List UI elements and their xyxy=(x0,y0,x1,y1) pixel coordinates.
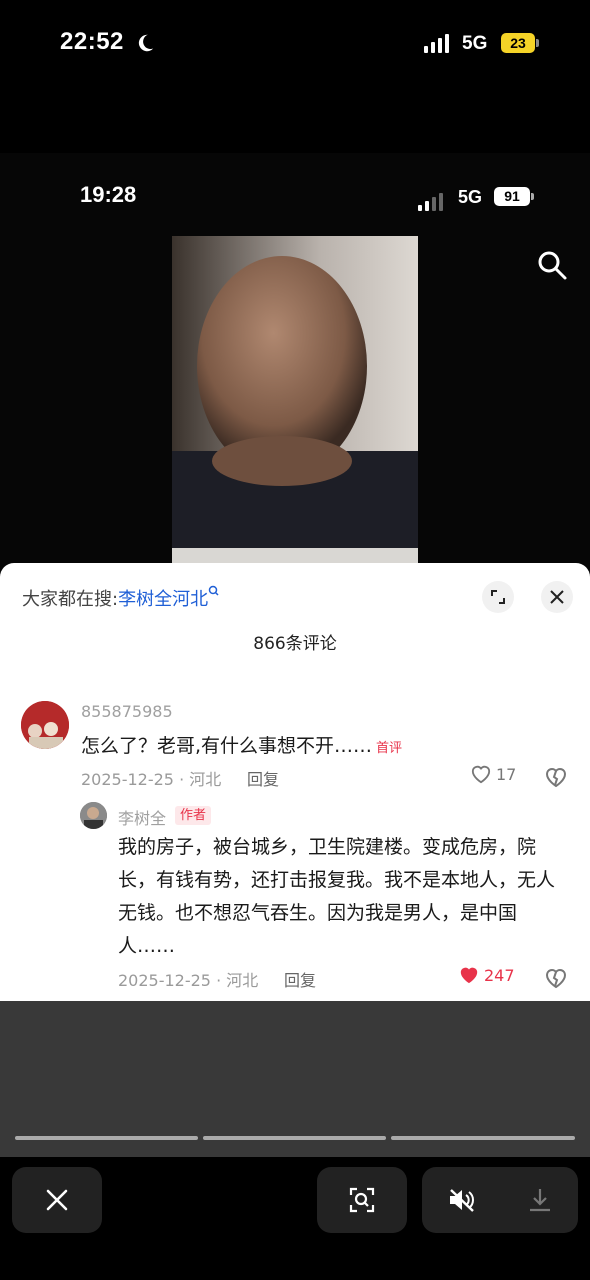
avatar[interactable] xyxy=(21,701,69,749)
network-label: 5G xyxy=(462,33,488,54)
like-count: 17 xyxy=(496,764,517,784)
comment-meta: 2025-12-25 · 河北 xyxy=(118,971,259,990)
expand-button[interactable] xyxy=(482,581,514,613)
hot-search-keyword[interactable]: 李树全河北 xyxy=(118,589,208,610)
comment-text: 怎么了？老哥,有什么事想不开…… 首评 xyxy=(81,731,402,758)
inner-network-label: 5G xyxy=(458,187,483,207)
heart-filled-icon xyxy=(460,967,478,984)
progress-segment xyxy=(203,1136,386,1140)
progress-segment xyxy=(391,1136,575,1140)
hot-search-prefix: 大家都在搜: xyxy=(22,589,119,610)
signal-icon xyxy=(424,34,449,53)
close-icon xyxy=(46,1189,68,1211)
reply-button[interactable]: 回复 xyxy=(247,766,279,790)
video-thumbnail[interactable] xyxy=(172,236,418,566)
reply-button[interactable]: 回复 xyxy=(284,967,316,991)
close-sheet-button[interactable] xyxy=(541,581,573,613)
outer-status-bar: 22:52 5G 23 xyxy=(0,0,590,90)
visual-search-button[interactable] xyxy=(317,1167,407,1233)
comment-username[interactable]: 李树全 xyxy=(118,805,166,829)
like-button[interactable]: 17 xyxy=(470,764,516,784)
outer-time: 22:52 xyxy=(60,28,124,55)
comment-meta: 2025-12-25 · 河北 xyxy=(81,770,222,789)
dislike-icon[interactable] xyxy=(544,765,568,789)
close-icon xyxy=(550,590,564,604)
like-button[interactable]: 247 xyxy=(458,965,515,985)
progress-segment xyxy=(15,1136,198,1140)
search-small-icon xyxy=(208,585,219,596)
inner-time: 19:28 xyxy=(80,182,137,207)
comment-body: 怎么了？老哥,有什么事想不开…… xyxy=(81,735,373,757)
inner-signal-icon xyxy=(418,193,443,211)
author-badge: 作者 xyxy=(175,806,212,825)
dimmed-overlay xyxy=(0,1001,590,1157)
video-image xyxy=(172,236,418,566)
moon-icon xyxy=(138,34,154,52)
download-icon[interactable] xyxy=(527,1187,553,1213)
battery-icon: 23 xyxy=(501,33,539,53)
scan-icon xyxy=(349,1187,375,1213)
like-count: 247 xyxy=(484,965,515,985)
mute-icon[interactable] xyxy=(447,1187,477,1213)
comment-username[interactable]: 855875985 xyxy=(81,702,173,721)
hot-search-bar: 大家都在搜:李树全河北 xyxy=(22,585,220,611)
comments-sheet: 大家都在搜:李树全河北 866条评论 855875985 怎么了？老哥,有什么事… xyxy=(0,563,590,1001)
first-comment-badge: 首评 xyxy=(376,741,403,756)
author-avatar[interactable] xyxy=(80,802,107,829)
expand-icon xyxy=(491,590,505,604)
comment-text: 我的房子，被台城乡，卫生院建楼。变成危房，院长，有钱有势，还打击报复我。我不是本… xyxy=(118,836,556,957)
media-controls xyxy=(422,1167,578,1233)
dislike-icon[interactable] xyxy=(544,966,568,990)
inner-battery-icon: 91 xyxy=(494,187,534,206)
search-icon[interactable] xyxy=(536,249,568,281)
comment-count: 866条评论 xyxy=(253,634,337,654)
heart-icon xyxy=(471,765,491,784)
close-button[interactable] xyxy=(12,1167,102,1233)
